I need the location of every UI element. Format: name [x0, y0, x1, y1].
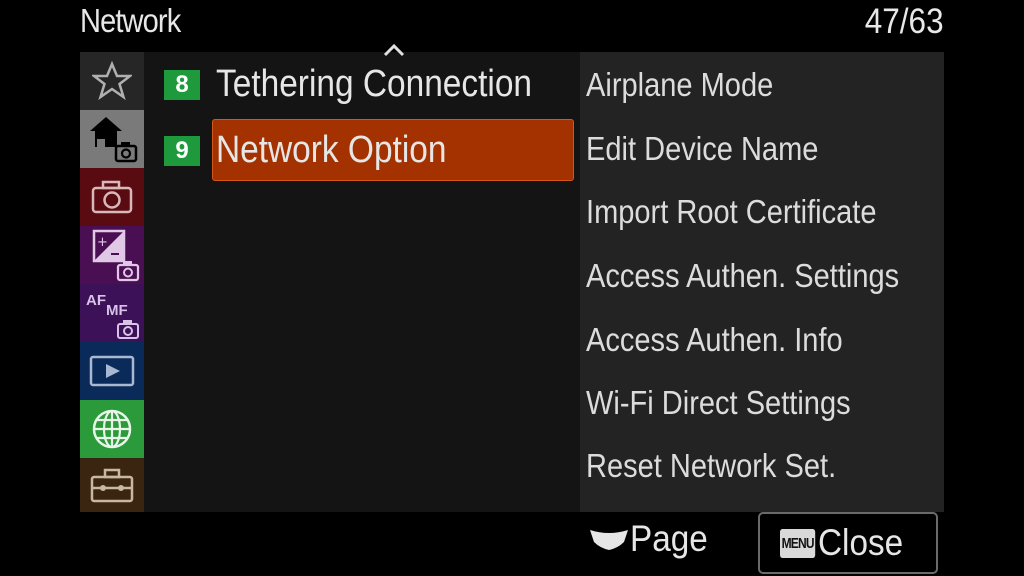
exposure-camera-icon: + — [92, 229, 140, 282]
page-hint[interactable]: Page — [588, 518, 716, 560]
af-mf-camera-icon: AF MF — [86, 292, 139, 339]
svg-text:MF: MF — [106, 302, 128, 319]
sidebar-item-focus[interactable]: AF MF — [80, 284, 144, 342]
control-wheel-icon — [590, 530, 628, 550]
close-label: Close — [818, 522, 904, 563]
page-counter: 47/63 — [865, 2, 944, 41]
submenu-item-access-authen-settings[interactable]: Access Authen. Settings — [586, 257, 899, 295]
home-camera-icon — [90, 117, 138, 163]
menu-item-label: Tethering Connection — [216, 63, 533, 105]
sidebar-item-shooting[interactable] — [80, 168, 144, 226]
submenu-item-reset-network-set[interactable]: Reset Network Set. — [586, 447, 836, 485]
svg-text:+: + — [97, 235, 108, 250]
page-label: Page — [630, 518, 708, 559]
sidebar-item-setup[interactable] — [80, 458, 144, 512]
camera-icon — [91, 180, 133, 214]
submenu-item-airplane-mode[interactable]: Airplane Mode — [586, 66, 773, 104]
svg-text:AF: AF — [86, 292, 106, 309]
sidebar-item-my-menu[interactable] — [80, 52, 144, 110]
submenu-item-edit-device-name[interactable]: Edit Device Name — [586, 130, 818, 168]
sidebar-item-main[interactable] — [80, 110, 144, 168]
sidebar-item-playback[interactable] — [80, 342, 144, 400]
globe-icon — [92, 409, 132, 449]
menu-item-label: Network Option — [216, 129, 447, 171]
item-number-badge: 9 — [164, 136, 200, 166]
submenu-item-access-authen-info[interactable]: Access Authen. Info — [586, 321, 843, 359]
sidebar-item-network[interactable] — [80, 400, 144, 458]
close-button[interactable]: MENU Close — [758, 512, 938, 574]
submenu-item-import-root-certificate[interactable]: Import Root Certificate — [586, 193, 877, 231]
star-icon — [92, 61, 132, 101]
menu-item-tethering-connection[interactable]: 8 Tethering Connection — [164, 53, 576, 115]
menu-key-icon: MENU — [780, 528, 816, 558]
page-title: Network — [80, 2, 181, 39]
menu-item-network-option[interactable]: 9 Network Option — [164, 119, 576, 181]
playback-icon — [89, 355, 135, 387]
submenu-item-wifi-direct-settings[interactable]: Wi-Fi Direct Settings — [586, 384, 851, 422]
toolbox-icon — [90, 468, 134, 503]
sidebar: + AF MF — [80, 52, 144, 512]
item-number-badge: 8 — [164, 70, 200, 100]
sidebar-item-exposure[interactable]: + — [80, 226, 144, 284]
